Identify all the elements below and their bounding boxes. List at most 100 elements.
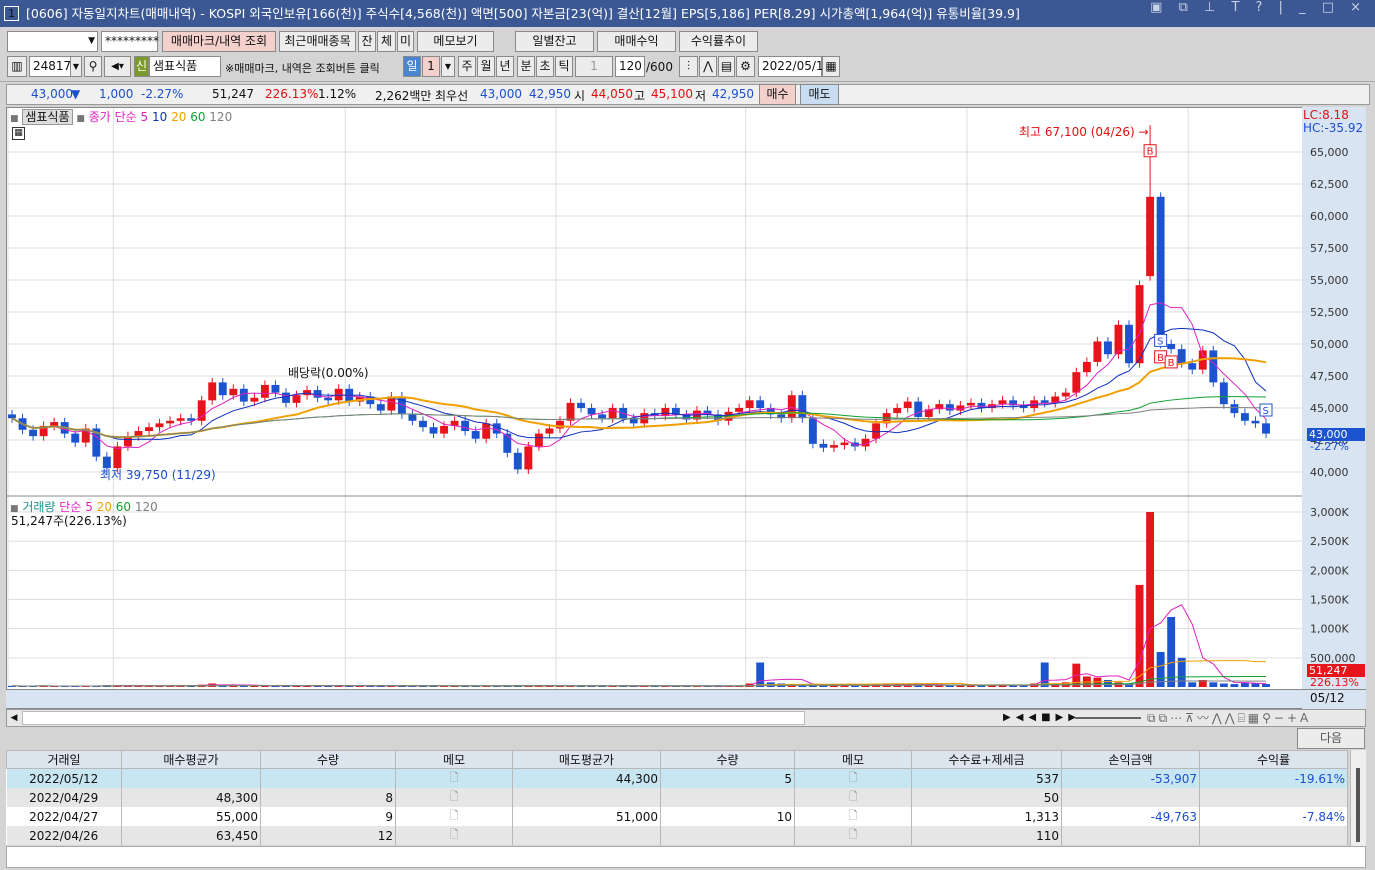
candle-body [1093,341,1102,362]
table-cell [660,788,795,807]
column-header[interactable]: 손익금액 [1061,750,1200,769]
candle-body [608,408,617,419]
table-row[interactable]: 2022/04/26 63,450 12 🗋 🗋 110 [6,826,1348,845]
table-cell: 537 [911,768,1062,788]
current-rate-tag: -2.27% [1310,440,1349,453]
candle-body [545,428,554,434]
candle-body [1040,400,1049,403]
candle-body [1125,324,1133,364]
scroll-left-icon[interactable]: ◀ [7,710,21,726]
table-cell [1199,788,1348,807]
table-row[interactable]: 2022/05/12 🗋 44,300 5 🗋 537 -53,907 -19.61% [6,768,1348,788]
table-cell: 10 [660,807,795,826]
dividend-note: 배당락(0.00%) [288,366,369,380]
scroll-thumb[interactable] [22,711,805,725]
column-header[interactable]: 수량 [660,750,795,769]
volume-bar [1177,657,1186,687]
legend-ma10: 10 [151,110,168,124]
end-date-label: 05/12 [1310,691,1345,705]
ma20-line [11,357,1267,439]
legend-ma120: 120 [209,110,233,124]
memo-icon[interactable]: 🗋 [794,788,912,807]
candle-body [745,400,754,408]
chart-scrollbar[interactable]: ◀ ▶◀◀■▶▶ ⧉⧉⋯⊼〰⋀⋀⌸▦⚲−+A [6,709,1366,727]
candle-body [155,423,164,428]
memo-icon[interactable]: 🗋 [794,768,912,788]
table-cell: 48,300 [121,788,261,807]
trade-mark-label: B [1168,358,1175,369]
candle-body [250,397,259,402]
memo-icon[interactable]: 🗋 [395,807,513,826]
column-header[interactable]: 거래일 [6,750,122,769]
table-scrollbar[interactable] [1350,750,1366,846]
column-header[interactable]: 수수료+제세금 [911,750,1062,769]
table-cell: 51,000 [512,807,661,826]
candle-body [1262,423,1270,434]
candle-body [566,402,575,421]
memo-icon[interactable]: 🗋 [794,826,912,845]
candle-body [756,400,765,408]
candle-body [166,420,175,424]
candle-body [408,414,417,421]
memo-icon[interactable]: 🗋 [395,768,513,788]
zoom-slider[interactable] [1075,717,1141,719]
legend-ma60: 60 [190,110,206,124]
table-cell: 2022/04/26 [6,826,122,845]
candle-body [429,427,438,434]
column-header[interactable]: 수익률 [1199,750,1348,769]
candle-body [471,431,480,439]
legend-ma5: 5 [140,110,149,124]
candle-body [1251,420,1260,424]
candle-body [282,392,290,403]
candle-body [1219,382,1228,405]
candle-body [893,408,902,414]
column-header[interactable]: 수량 [260,750,396,769]
playback-controls[interactable]: ▶◀◀■▶▶ [1003,710,1081,726]
memo-icon[interactable]: 🗋 [794,807,912,826]
table-cell: 8 [260,788,396,807]
memo-icon[interactable]: 🗋 [395,826,513,845]
candle-body [956,405,965,411]
price-tick-label: 62,500 [1310,178,1349,191]
current-volrate-tag: 226.13% [1310,676,1359,689]
table-cell: 50 [911,788,1062,807]
candle-body [260,384,269,398]
min-price-note: 최저 39,750 (11/29) [100,468,216,482]
table-cell [121,768,261,788]
candle-body [735,408,744,412]
candle-body [1156,196,1165,344]
stock-chart[interactable]: 65,000 62,500 60,000 57,500 55,000 52,500 50,0… [0,0,1375,710]
trade-mark-label: B [1157,353,1164,364]
table-cell: 9 [260,807,396,826]
table-icon[interactable]: ▦ [12,127,25,140]
price-tick-label: 60,000 [1310,210,1349,223]
next-button[interactable]: 다음 [1297,728,1365,749]
legend-stock-name[interactable]: 샘표식품 [22,109,73,125]
table-cell: 55,000 [121,807,261,826]
volume-bar [1262,684,1270,687]
table-cell: 110 [911,826,1062,845]
price-tick-label: 57,500 [1310,242,1349,255]
table-cell [1061,826,1200,845]
candle-body [218,382,227,396]
candle-body [271,384,280,393]
candle-body [577,402,585,408]
table-cell [260,768,396,788]
candle-body [1146,196,1155,277]
table-row[interactable]: 2022/04/29 48,300 8 🗋 🗋 50 [6,788,1348,807]
candle-body [1114,324,1123,355]
column-header[interactable]: 매수평균가 [121,750,261,769]
table-row[interactable]: 2022/04/27 55,000 9 🗋 51,000 10 🗋 1,313 -49,763-… [6,807,1348,826]
column-header[interactable]: 메모 [395,750,513,769]
price-tick-label: 45,000 [1310,402,1349,415]
candle-body [872,423,881,439]
candle-body [1188,363,1197,370]
memo-icon[interactable]: 🗋 [395,788,513,807]
candle-body [1072,372,1081,393]
table-cell: 2022/04/29 [6,788,122,807]
chart-tools-icons[interactable]: ⧉⧉⋯⊼〰⋀⋀⌸▦⚲−+A [1147,710,1311,726]
column-header[interactable]: 메모 [794,750,912,769]
column-header[interactable]: 매도평균가 [512,750,661,769]
legend-ma20: 20 [171,110,187,124]
candle-body [8,414,16,419]
